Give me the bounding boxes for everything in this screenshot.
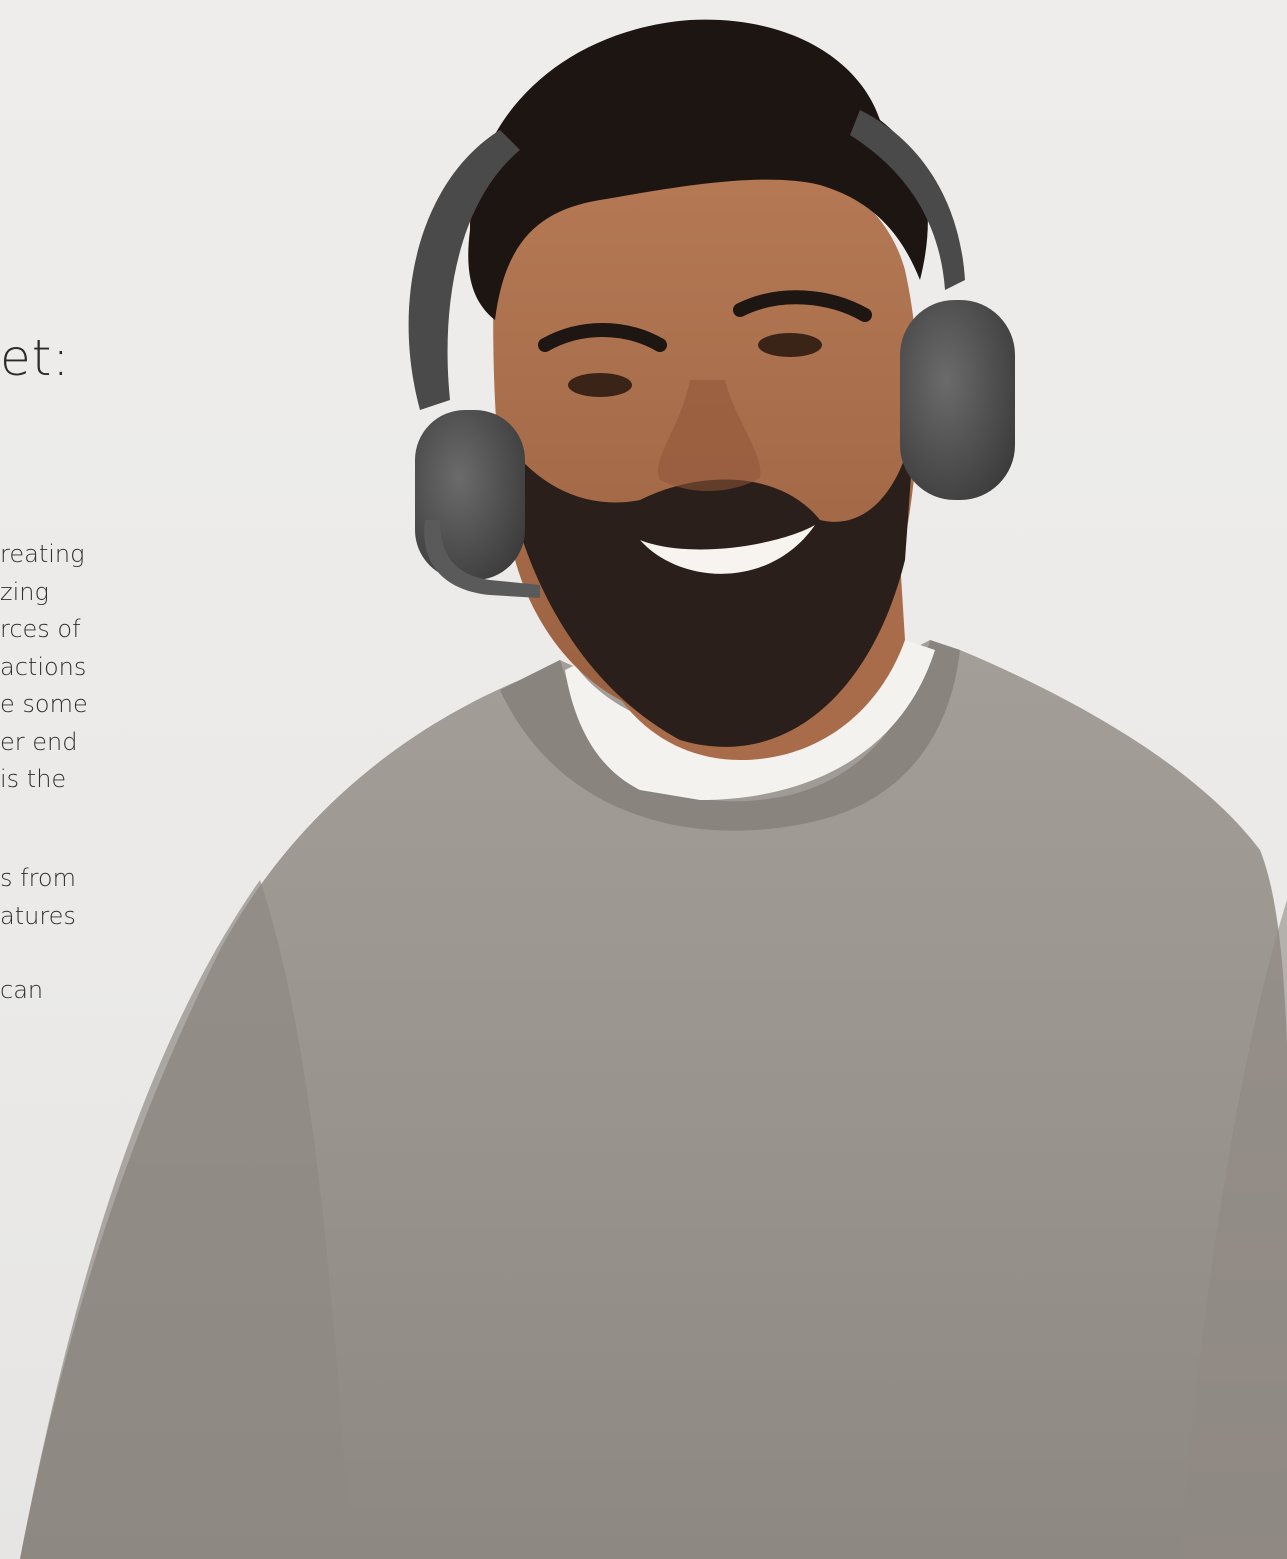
hero-photo bbox=[20, 19, 1287, 1559]
headset-earcup-right bbox=[900, 300, 1015, 500]
body-line: s from bbox=[0, 864, 76, 892]
body-line: atures bbox=[0, 901, 76, 930]
body-line: er end bbox=[0, 727, 78, 756]
body-line: actions bbox=[0, 652, 87, 681]
body-paragraph-1: reating zing rces of actions e some er e… bbox=[0, 536, 88, 799]
body-line: is the bbox=[0, 765, 67, 793]
headline: et: bbox=[0, 329, 71, 387]
body-paragraph-3: can bbox=[0, 972, 43, 1010]
body-line: rces of bbox=[0, 615, 81, 643]
body-line: can bbox=[0, 976, 44, 1004]
eye-right bbox=[758, 333, 822, 357]
body-line: e some bbox=[0, 690, 88, 718]
body-paragraph-2: s from atures bbox=[0, 860, 76, 935]
body-line: reating bbox=[0, 540, 85, 568]
page: et: reating zing rces of actions e some … bbox=[0, 0, 1287, 1559]
eye-left bbox=[568, 373, 632, 397]
body-line: zing bbox=[0, 577, 49, 606]
